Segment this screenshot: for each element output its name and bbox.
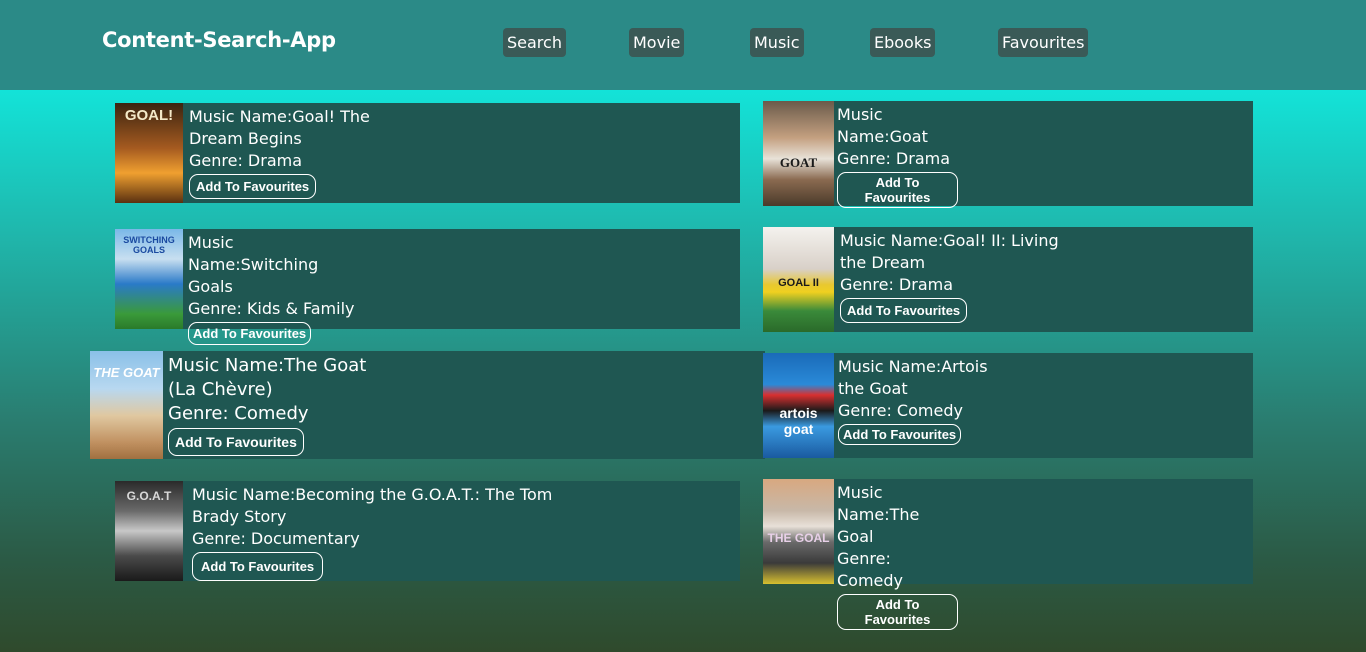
poster-thumbnail: SWITCHING GOALS xyxy=(115,229,183,329)
music-name: Music Name:The Goal xyxy=(837,483,920,546)
poster-thumbnail: THE GOAL xyxy=(763,479,834,584)
nav-music-button[interactable]: Music xyxy=(750,28,804,57)
poster-title: SWITCHING GOALS xyxy=(123,235,175,255)
poster-title: artois goat xyxy=(779,405,818,437)
result-card: THE GOAL Music Name:The Goal Genre: Come… xyxy=(763,479,1253,630)
music-name: Music Name:The Goat (La Chèvre) xyxy=(168,355,367,400)
result-card: GOAL II Music Name:Goal! II: Living the … xyxy=(763,227,1253,332)
poster-title: GOAT xyxy=(779,155,818,170)
poster-thumbnail: G.O.A.T xyxy=(115,481,183,581)
poster-thumbnail: GOAL II xyxy=(763,227,834,332)
result-card: G.O.A.T Music Name:Becoming the G.O.A.T.… xyxy=(115,481,740,581)
music-genre: Genre: Comedy xyxy=(837,549,904,590)
add-to-favourites-button[interactable]: Add To Favourites xyxy=(837,172,958,208)
poster-title: GOAL! xyxy=(124,107,174,124)
add-to-favourites-button[interactable]: Add To Favourites xyxy=(838,424,962,445)
music-name: Music Name:Artois the Goat xyxy=(838,357,988,398)
nav-favourites-button[interactable]: Favourites xyxy=(998,28,1089,57)
result-card: THE GOAT Music Name:The Goat (La Chèvre)… xyxy=(90,351,765,459)
add-to-favourites-button[interactable]: Add To Favourites xyxy=(840,298,968,323)
add-to-favourites-button[interactable]: Add To Favourites xyxy=(192,552,324,581)
nav-movie-button[interactable]: Movie xyxy=(629,28,685,57)
nav-ebooks-button[interactable]: Ebooks xyxy=(870,28,936,57)
music-genre: Genre: Documentary xyxy=(192,529,360,548)
app-title: Content-Search-App xyxy=(102,28,336,52)
poster-thumbnail: GOAT xyxy=(763,101,834,206)
music-genre: Genre: Kids & Family xyxy=(188,299,355,318)
add-to-favourites-button[interactable]: Add To Favourites xyxy=(188,322,312,345)
add-to-favourites-button[interactable]: Add To Favourites xyxy=(168,428,304,456)
music-genre: Genre: Drama xyxy=(840,275,954,294)
poster-title: GOAL II xyxy=(778,277,819,289)
app-header: Content-Search-App Search Movie Music Eb… xyxy=(0,0,1366,90)
result-card: GOAT Music Name:Goat Genre: Drama Add To… xyxy=(763,101,1253,208)
result-card: GOAL! Music Name:Goal! The Dream Begins … xyxy=(115,103,740,203)
result-card: SWITCHING GOALS Music Name:Switching Goa… xyxy=(115,229,740,345)
poster-thumbnail: THE GOAT xyxy=(90,351,163,459)
music-name: Music Name:Goal! II: Living the Dream xyxy=(840,231,1059,272)
add-to-favourites-button[interactable]: Add To Favourites xyxy=(837,594,958,630)
nav-search-button[interactable]: Search xyxy=(503,28,566,57)
music-genre: Genre: Comedy xyxy=(838,401,963,420)
poster-title: THE GOAT xyxy=(93,365,160,380)
music-name: Music Name:Switching Goals xyxy=(188,233,319,296)
music-genre: Genre: Drama xyxy=(189,151,303,170)
poster-thumbnail: artois goat xyxy=(763,353,834,458)
add-to-favourites-button[interactable]: Add To Favourites xyxy=(189,174,317,199)
poster-thumbnail: GOAL! xyxy=(115,103,183,203)
music-genre: Genre: Drama xyxy=(837,149,951,168)
poster-title: G.O.A.T xyxy=(126,489,172,503)
music-name: Music Name:Goal! The Dream Begins xyxy=(189,107,370,148)
poster-title: THE GOAL xyxy=(767,531,830,545)
music-genre: Genre: Comedy xyxy=(168,403,309,424)
music-name: Music Name:Becoming the G.O.A.T.: The To… xyxy=(192,485,553,526)
result-card: artois goat Music Name:Artois the Goat G… xyxy=(763,353,1253,458)
music-name: Music Name:Goat xyxy=(837,105,928,146)
